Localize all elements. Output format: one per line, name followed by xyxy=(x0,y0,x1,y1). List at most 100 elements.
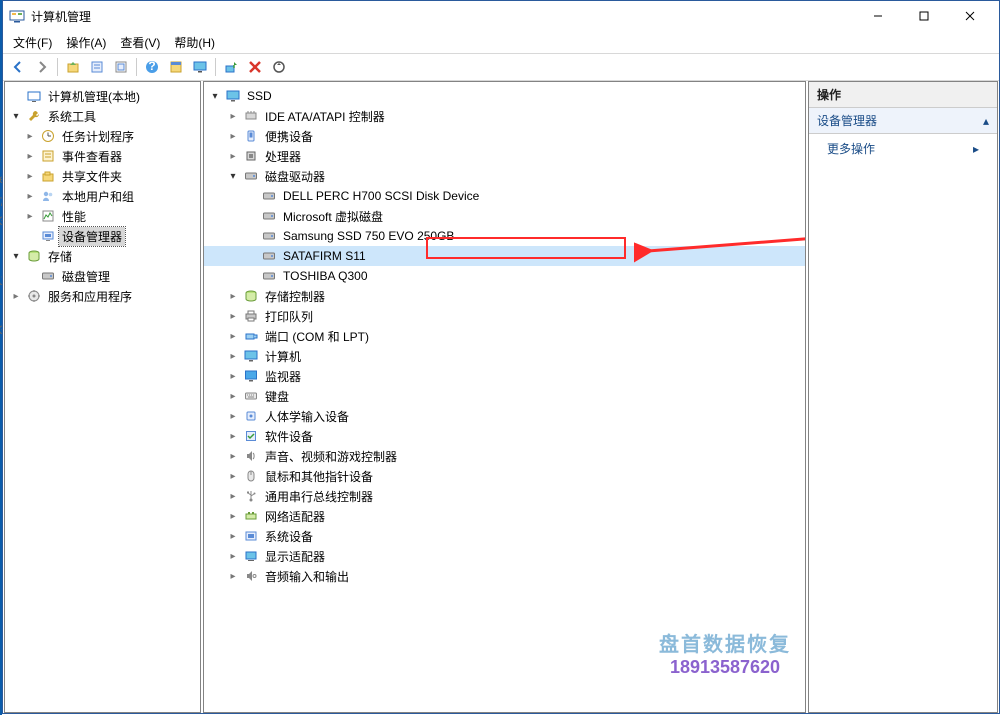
device-icon xyxy=(40,228,56,244)
expand-toggle[interactable] xyxy=(226,551,240,562)
tree-label: 共享文件夹 xyxy=(59,167,125,186)
expand-toggle[interactable] xyxy=(23,191,37,202)
expand-toggle[interactable] xyxy=(226,111,240,122)
device-category[interactable]: 打印队列 xyxy=(204,306,805,326)
close-button[interactable] xyxy=(947,1,993,31)
device-item[interactable]: SATAFIRM S11 xyxy=(204,246,805,266)
expand-toggle[interactable] xyxy=(23,171,37,182)
expand-toggle[interactable] xyxy=(226,391,240,402)
expand-toggle[interactable] xyxy=(23,131,37,142)
expand-toggle[interactable] xyxy=(23,151,37,162)
device-category[interactable]: 鼠标和其他指针设备 xyxy=(204,466,805,486)
device-category[interactable]: 端口 (COM 和 LPT) xyxy=(204,326,805,346)
expand-toggle[interactable] xyxy=(226,491,240,502)
device-category[interactable]: 通用串行总线控制器 xyxy=(204,486,805,506)
expand-toggle[interactable] xyxy=(226,311,240,322)
scan-hardware-button[interactable] xyxy=(220,56,242,78)
device-category[interactable]: 显示适配器 xyxy=(204,546,805,566)
more-actions[interactable]: 更多操作 ▸ xyxy=(809,134,997,163)
tree-item[interactable]: 任务计划程序 xyxy=(5,126,200,146)
monitor-icon-button[interactable] xyxy=(189,56,211,78)
expand-toggle[interactable] xyxy=(226,411,240,422)
device-category[interactable]: 声音、视频和游戏控制器 xyxy=(204,446,805,466)
update-driver-button[interactable] xyxy=(268,56,290,78)
device-category[interactable]: 网络适配器 xyxy=(204,506,805,526)
device-category[interactable]: 存储控制器 xyxy=(204,286,805,306)
tree-item[interactable]: 共享文件夹 xyxy=(5,166,200,186)
tree-item[interactable]: 性能 xyxy=(5,206,200,226)
properties-button[interactable] xyxy=(86,56,108,78)
expand-toggle[interactable] xyxy=(226,451,240,462)
share-icon xyxy=(40,168,56,184)
expand-toggle[interactable] xyxy=(226,371,240,382)
device-category[interactable]: 系统设备 xyxy=(204,526,805,546)
device-category[interactable]: 键盘 xyxy=(204,386,805,406)
device-item[interactable]: TOSHIBA Q300 xyxy=(204,266,805,286)
clock-icon xyxy=(40,128,56,144)
actions-section[interactable]: 设备管理器 ▴ xyxy=(809,108,997,134)
menu-action[interactable]: 操作(A) xyxy=(60,32,112,53)
tree-group[interactable]: 系统工具 xyxy=(5,106,200,126)
minimize-button[interactable] xyxy=(855,1,901,31)
more-actions-label: 更多操作 xyxy=(827,140,875,157)
device-label: Samsung SSD 750 EVO 250GB xyxy=(280,228,457,244)
expand-toggle[interactable] xyxy=(226,351,240,362)
menu-view[interactable]: 查看(V) xyxy=(114,32,166,53)
device-tree-pane[interactable]: SSDIDE ATA/ATAPI 控制器便携设备处理器磁盘驱动器DELL PER… xyxy=(203,81,806,713)
expand-toggle[interactable] xyxy=(226,291,240,302)
device-category[interactable]: IDE ATA/ATAPI 控制器 xyxy=(204,106,805,126)
device-item[interactable]: Microsoft 虚拟磁盘 xyxy=(204,206,805,226)
tree-item[interactable]: 事件查看器 xyxy=(5,146,200,166)
show-hide-button[interactable] xyxy=(165,56,187,78)
uninstall-button[interactable] xyxy=(244,56,266,78)
disk-icon xyxy=(261,188,277,204)
export-button[interactable] xyxy=(110,56,132,78)
device-item[interactable]: Samsung SSD 750 EVO 250GB xyxy=(204,226,805,246)
expand-toggle[interactable] xyxy=(226,511,240,522)
device-category[interactable]: 磁盘驱动器 xyxy=(204,166,805,186)
keyboard-icon xyxy=(243,388,259,404)
titlebar[interactable]: 计算机管理 xyxy=(3,1,999,31)
device-item[interactable]: DELL PERC H700 SCSI Disk Device xyxy=(204,186,805,206)
device-category[interactable]: 计算机 xyxy=(204,346,805,366)
expand-toggle[interactable] xyxy=(208,91,222,102)
left-tree-pane[interactable]: 计算机管理(本地)系统工具任务计划程序事件查看器共享文件夹本地用户和组性能设备管… xyxy=(4,81,201,713)
expand-toggle[interactable] xyxy=(226,571,240,582)
expand-toggle[interactable] xyxy=(9,111,23,122)
tree-item[interactable]: 设备管理器 xyxy=(5,226,200,246)
expand-toggle[interactable] xyxy=(226,131,240,142)
portable-icon xyxy=(243,128,259,144)
expand-toggle[interactable] xyxy=(9,291,23,302)
toolbar-separator xyxy=(136,58,137,76)
device-label: IDE ATA/ATAPI 控制器 xyxy=(262,107,388,126)
forward-button[interactable] xyxy=(31,56,53,78)
expand-toggle[interactable] xyxy=(226,151,240,162)
menu-file[interactable]: 文件(F) xyxy=(7,32,58,53)
tree-group[interactable]: 服务和应用程序 xyxy=(5,286,200,306)
expand-toggle[interactable] xyxy=(9,251,23,262)
device-category[interactable]: 音频输入和输出 xyxy=(204,566,805,586)
expand-toggle[interactable] xyxy=(226,331,240,342)
device-category[interactable]: 处理器 xyxy=(204,146,805,166)
tree-root-computer-management[interactable]: 计算机管理(本地) xyxy=(5,86,200,106)
expand-toggle[interactable] xyxy=(226,531,240,542)
device-category[interactable]: 软件设备 xyxy=(204,426,805,446)
maximize-button[interactable] xyxy=(901,1,947,31)
device-root[interactable]: SSD xyxy=(204,86,805,106)
menu-help[interactable]: 帮助(H) xyxy=(168,32,221,53)
expand-toggle[interactable] xyxy=(226,431,240,442)
tree-group[interactable]: 存储 xyxy=(5,246,200,266)
up-button[interactable] xyxy=(62,56,84,78)
device-category[interactable]: 人体学输入设备 xyxy=(204,406,805,426)
help-button[interactable]: ? xyxy=(141,56,163,78)
tree-item[interactable]: 本地用户和组 xyxy=(5,186,200,206)
expand-toggle[interactable] xyxy=(226,471,240,482)
device-category[interactable]: 便携设备 xyxy=(204,126,805,146)
expand-toggle[interactable] xyxy=(23,211,37,222)
collapse-icon: ▴ xyxy=(983,114,989,128)
expand-toggle[interactable] xyxy=(226,171,240,182)
device-category[interactable]: 监视器 xyxy=(204,366,805,386)
tree-item[interactable]: 磁盘管理 xyxy=(5,266,200,286)
event-icon xyxy=(40,148,56,164)
back-button[interactable] xyxy=(7,56,29,78)
